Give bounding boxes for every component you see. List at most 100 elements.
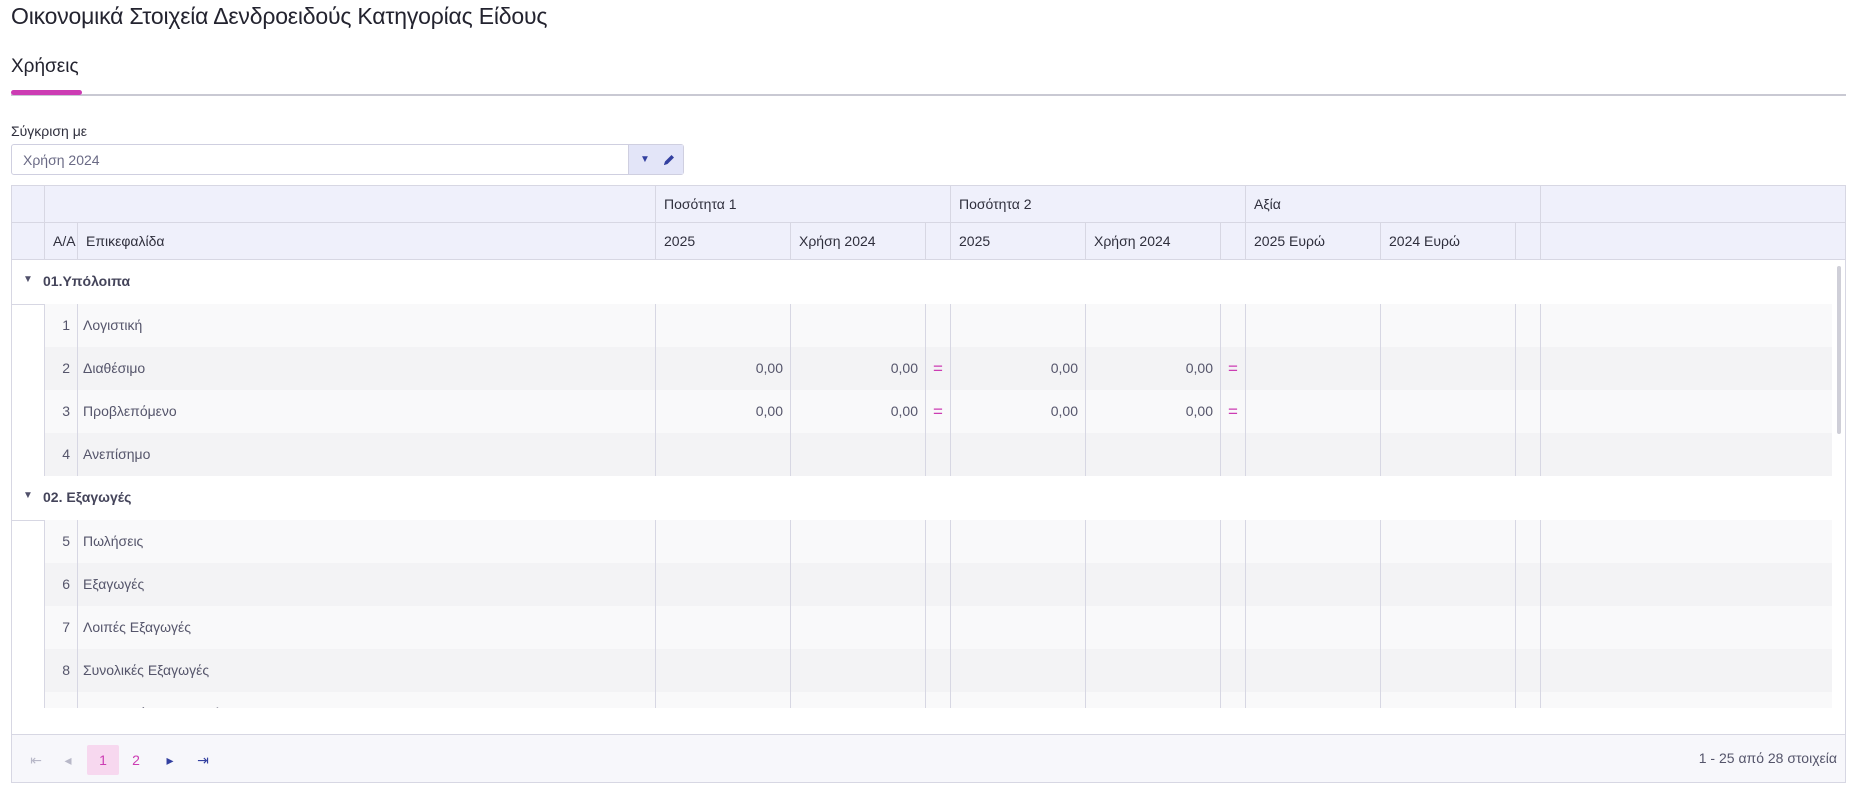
table-row[interactable]: 8 Συνολικές Εξαγωγές [44, 649, 1832, 692]
cell-q2-2025[interactable] [950, 304, 1085, 347]
table-row[interactable]: 2 Διαθέσιμο 0,00 0,00 = 0,00 0,00 = [44, 347, 1832, 390]
cell-value-2025[interactable] [1245, 649, 1380, 692]
cell-value-2024[interactable] [1380, 649, 1515, 692]
cell-q2-compare [1220, 692, 1245, 708]
column-header-q2-2024[interactable]: Χρήση 2024 [1085, 223, 1220, 259]
cell-value-2024[interactable] [1380, 606, 1515, 649]
dropdown-arrow-icon[interactable]: ▼ [637, 152, 653, 168]
compare-select[interactable]: Χρήση 2024 ▼ [11, 144, 684, 175]
cell-value-2025[interactable] [1245, 692, 1380, 708]
cell-q2-2024[interactable] [1085, 606, 1220, 649]
group-row[interactable]: ▼ 02. Εξαγωγές [12, 476, 1832, 521]
cell-q1-2025[interactable] [655, 649, 790, 692]
table-row[interactable]: 1 Λογιστική [44, 304, 1832, 347]
table-row[interactable]: 6 Εξαγωγές [44, 563, 1832, 606]
cell-aa: 9 [44, 692, 77, 708]
cell-value-compare [1515, 390, 1540, 433]
cell-q2-2024[interactable] [1085, 692, 1220, 708]
cell-q1-2024[interactable] [790, 606, 925, 649]
pencil-icon[interactable] [661, 152, 677, 168]
cell-q1-2024[interactable] [790, 649, 925, 692]
cell-title: Λογιστική [77, 304, 655, 347]
table-row[interactable]: 5 Πωλήσεις [44, 520, 1832, 563]
cell-value-2025[interactable] [1245, 520, 1380, 563]
cell-q1-2025[interactable] [655, 692, 790, 708]
cell-q1-2025[interactable] [655, 304, 790, 347]
cell-q1-2024[interactable] [790, 520, 925, 563]
expand-arrow-icon[interactable]: ▼ [23, 274, 33, 285]
column-header-value-2025[interactable]: 2025 Ευρώ [1245, 223, 1380, 259]
vertical-scrollbar[interactable] [1835, 262, 1845, 708]
cell-q1-2024[interactable]: 0,00 [790, 390, 925, 433]
cell-value-2025[interactable] [1245, 433, 1380, 476]
cell-q1-2025[interactable] [655, 563, 790, 606]
cell-value-2024[interactable] [1380, 520, 1515, 563]
column-header-q1-2025[interactable]: 2025 [655, 223, 790, 259]
cell-q1-2024[interactable] [790, 304, 925, 347]
column-header-aa[interactable]: Α/Α [44, 223, 77, 259]
cell-q2-2025[interactable] [950, 433, 1085, 476]
cell-q2-compare [1220, 433, 1245, 476]
column-header-title[interactable]: Επικεφαλίδα [77, 223, 655, 259]
table-row[interactable]: 3 Προβλεπόμενο 0,00 0,00 = 0,00 0,00 = [44, 390, 1832, 433]
cell-q2-compare [1220, 520, 1245, 563]
expand-arrow-icon[interactable]: ▼ [23, 490, 33, 501]
table-row[interactable]: 4 Ανεπίσημο [44, 433, 1832, 476]
cell-q1-2025[interactable] [655, 520, 790, 563]
table-row[interactable]: 7 Λοιπές Εξαγωγές [44, 606, 1832, 649]
cell-value-2024[interactable] [1380, 692, 1515, 708]
cell-value-2024[interactable] [1380, 390, 1515, 433]
cell-value-2024[interactable] [1380, 304, 1515, 347]
last-page-icon[interactable]: ⇥ [187, 745, 219, 775]
cell-value-2024[interactable] [1380, 433, 1515, 476]
column-header-q2-2025[interactable]: 2025 [950, 223, 1085, 259]
cell-q1-2025[interactable] [655, 433, 790, 476]
previous-page-icon[interactable]: ◂ [52, 745, 84, 775]
cell-value-2025[interactable] [1245, 390, 1380, 433]
cell-q2-2024[interactable] [1085, 433, 1220, 476]
cell-value-2025[interactable] [1245, 347, 1380, 390]
cell-q2-2024[interactable] [1085, 520, 1220, 563]
cell-q1-2025[interactable]: 0,00 [655, 347, 790, 390]
cell-q1-2024[interactable] [790, 433, 925, 476]
cell-value-2025[interactable] [1245, 606, 1380, 649]
first-page-icon[interactable]: ⇤ [20, 745, 52, 775]
cell-q1-2024[interactable]: 0,00 [790, 347, 925, 390]
cell-q1-2024[interactable] [790, 692, 925, 708]
column-header-value-2024[interactable]: 2024 Ευρώ [1380, 223, 1515, 259]
cell-q2-2024[interactable] [1085, 563, 1220, 606]
cell-value-2025[interactable] [1245, 304, 1380, 347]
cell-q2-2025[interactable]: 0,00 [950, 347, 1085, 390]
cell-q2-2025[interactable] [950, 606, 1085, 649]
cell-q2-2024[interactable] [1085, 649, 1220, 692]
page-button-1[interactable]: 1 [87, 745, 119, 775]
cell-q2-2025[interactable] [950, 692, 1085, 708]
cell-q2-2025[interactable] [950, 520, 1085, 563]
cell-q1-2025[interactable]: 0,00 [655, 390, 790, 433]
cell-q1-2025[interactable] [655, 606, 790, 649]
cell-q2-2024[interactable]: 0,00 [1085, 390, 1220, 433]
column-header-q1-2024[interactable]: Χρήση 2024 [790, 223, 925, 259]
scrollbar-thumb[interactable] [1837, 266, 1841, 434]
cell-q2-2025[interactable] [950, 563, 1085, 606]
cell-q2-2025[interactable]: 0,00 [950, 390, 1085, 433]
cell-value-2024[interactable] [1380, 563, 1515, 606]
page-button-2[interactable]: 2 [120, 745, 152, 775]
cell-value-compare [1515, 433, 1540, 476]
cell-filler [1540, 347, 1832, 390]
cell-q2-2025[interactable] [950, 649, 1085, 692]
next-page-icon[interactable]: ▸ [154, 745, 186, 775]
table-row[interactable]: 9 Τιμολογούμενες Πωλήσεις [44, 692, 1832, 708]
cell-q1-2024[interactable] [790, 563, 925, 606]
cell-value-compare [1515, 692, 1540, 708]
cell-value-2024[interactable] [1380, 347, 1515, 390]
cell-q2-2024[interactable] [1085, 304, 1220, 347]
cell-filler [1540, 433, 1832, 476]
group-row[interactable]: ▼ 01.Υπόλοιπα [12, 260, 1832, 305]
cell-title: Προβλεπόμενο [77, 390, 655, 433]
tab-years[interactable]: Χρήσεις [11, 56, 79, 86]
cell-value-2025[interactable] [1245, 563, 1380, 606]
cell-q2-2024[interactable]: 0,00 [1085, 347, 1220, 390]
cell-value-compare [1515, 347, 1540, 390]
header-spacer-cell [44, 186, 655, 222]
